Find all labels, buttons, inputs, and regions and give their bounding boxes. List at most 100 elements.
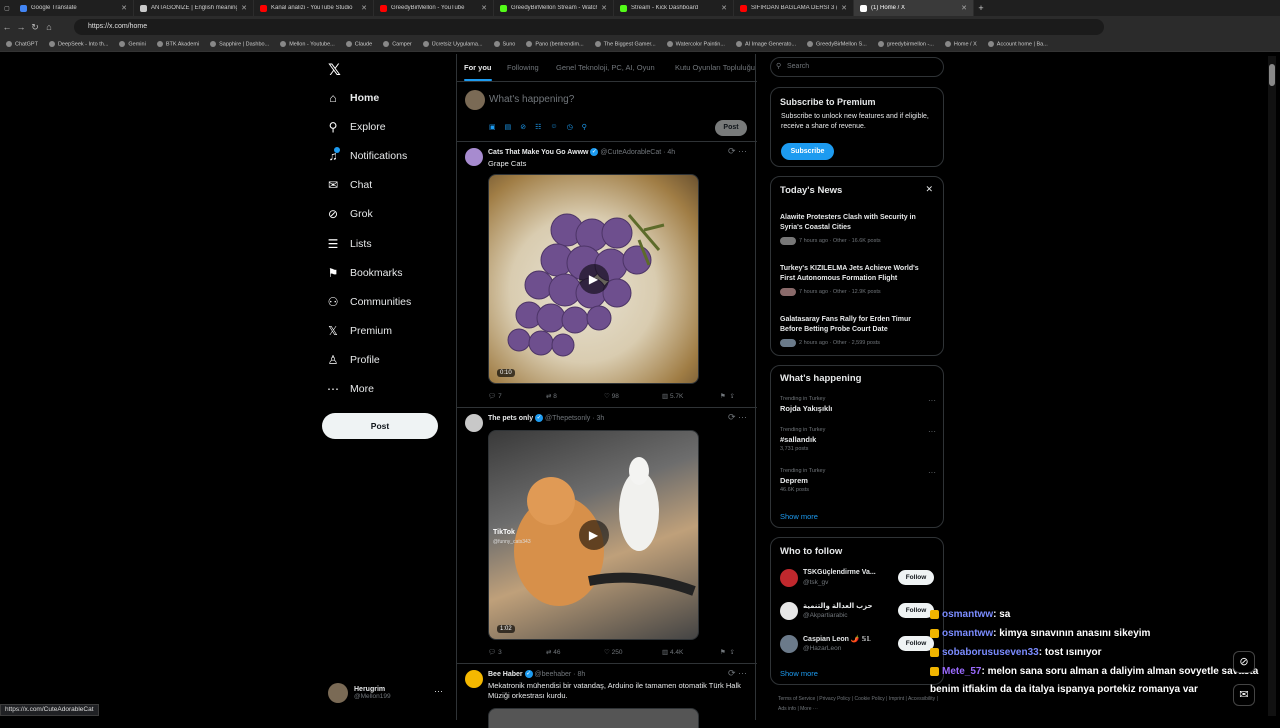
close-tab-icon[interactable]: ✕ [241,4,247,12]
browser-tab[interactable]: Kanal analizi - YouTube Studio ✕ [254,0,374,16]
avatar[interactable] [465,414,483,432]
follow-button[interactable]: Follow [898,570,934,585]
grok-icon[interactable]: ⊘ [1233,651,1255,673]
nav-item-communities[interactable]: ⚇ Communities [326,291,412,313]
tab-following[interactable]: Following [507,63,539,72]
bookmark-item[interactable]: BTK Akademi [156,41,199,48]
news-item[interactable]: Turkey's KIZILELMA Jets Achieve World's … [780,264,935,296]
tab-for-you[interactable]: For you [464,63,492,72]
tweet[interactable]: Bee Haber ✓ @beehaber · 8h ⟳ ··· Mekatro… [457,664,757,728]
bookmark-icon[interactable]: ⚑ ⇪ [720,648,735,656]
nav-item-notifications[interactable]: ♫ Notifications [326,145,407,167]
bookmark-item[interactable]: Suno [493,41,515,48]
tab-genel-teknoloji[interactable]: Genel Teknoloji, PC, AI, Oyun [556,63,655,72]
tab-kutu-oyunlari[interactable]: Kutu Oyunları Topluluğu [675,63,755,72]
forward-icon[interactable]: → [14,22,28,32]
repost-button[interactable]: ⇄ 46 [546,648,604,656]
avatar[interactable] [465,148,483,166]
more-dots-icon[interactable]: ⟳ ··· [728,146,747,157]
nav-item-home[interactable]: ⌂ Home [326,87,379,109]
tweet-video[interactable]: TikTok @funny_cats343 ▶ 1:02 [488,430,699,640]
bookmark-item[interactable]: Mellon - Youtube... [280,41,335,48]
browser-tab[interactable]: Google Translate ✕ [14,0,134,16]
play-icon[interactable]: ▶ [578,264,609,294]
bookmark-item[interactable]: Sapphire | Dashbo... [210,41,269,48]
follow-button[interactable]: Follow [898,636,934,651]
close-tab-icon[interactable]: ✕ [361,4,367,12]
bookmark-item[interactable]: DeepSeek - Into th... [48,41,108,48]
bookmark-item[interactable]: Ücretsiz Uygulama... [422,41,483,48]
bookmark-item[interactable]: Claude [345,41,372,48]
compose-post-button[interactable]: Post [715,120,747,136]
close-icon[interactable]: ✕ [925,184,933,195]
scrollbar-thumb[interactable] [1269,64,1275,86]
tab-actions-icon[interactable]: ▢ [0,5,14,12]
post-button[interactable]: Post [322,413,438,439]
tweet-image[interactable] [488,708,699,728]
avatar[interactable] [465,670,483,688]
tweet-author[interactable]: Cats That Make You Go Awww [488,149,588,156]
follow-suggestion[interactable]: حزب العدالة والتنمية @Akpartiarabic Follow [780,599,940,629]
bookmark-item[interactable]: Camper [383,41,412,48]
trend-item[interactable]: Trending in Turkey #sallandık 3,731 posts ·… [780,427,940,452]
emoji-icon[interactable]: ☺ [550,123,557,131]
browser-tab[interactable]: GreedyBirMellon Stream - Watch ✕ [494,0,614,16]
bookmark-item[interactable]: Watercolor Paintin... [666,41,725,48]
bookmark-item[interactable]: ChatGPT [6,41,38,48]
show-more-link[interactable]: Show more [780,669,818,678]
compose-input[interactable]: What's happening? [489,94,574,105]
nav-item-explore[interactable]: ⚲ Explore [326,116,386,138]
reload-icon[interactable]: ↻ [28,22,42,33]
x-logo[interactable]: 𝕏 [328,60,341,80]
bookmark-item[interactable]: GreedyBirMellon S... [807,41,867,48]
search-input[interactable]: Search [770,57,944,77]
nav-item-chat[interactable]: ✉ Chat [326,174,372,196]
home-browser-icon[interactable]: ⌂ [42,22,56,32]
bookmark-icon[interactable]: ⚑ ⇪ [720,392,735,400]
browser-tab[interactable]: SIFIRDAN BAĞLAMA DERSİ 3 (EN ✕ [734,0,854,16]
close-tab-icon[interactable]: ✕ [121,4,127,12]
browser-tab[interactable]: (1) Home / X ✕ [854,0,974,16]
bookmark-item[interactable]: AI Image Generato... [735,41,796,48]
schedule-icon[interactable]: ◷ [567,123,573,131]
news-item[interactable]: Galatasaray Fans Rally for Erden Timur B… [780,315,935,347]
nav-item-more[interactable]: ⋯ More [326,378,374,400]
play-icon[interactable]: ▶ [578,520,609,550]
views-button[interactable]: ▥ 4.4K [662,648,720,656]
bookmark-item[interactable]: Pano (bentrendim... [526,41,584,48]
show-more-link[interactable]: Show more [780,512,818,521]
more-dots-icon[interactable]: ··· [928,427,936,436]
browser-tab[interactable]: Stream - Kick Dashboard ✕ [614,0,734,16]
reply-button[interactable]: 💬︎ 3 [488,648,546,656]
browser-tab[interactable]: GreedyBirMellon - YouTube ✕ [374,0,494,16]
more-dots-icon[interactable]: ··· [928,396,936,405]
back-icon[interactable]: ← [0,22,14,32]
close-tab-icon[interactable]: ✕ [721,4,727,12]
browser-tab[interactable]: ANTAGONIZE | English meaning - ✕ [134,0,254,16]
like-button[interactable]: ♡ 250 [604,648,662,656]
follow-suggestion[interactable]: Caspian Leon 🌶️ 𝕊𝕃 @HazarLeon Follow [780,632,940,662]
bookmark-item[interactable]: Account home | Ba... [987,41,1048,48]
nav-item-lists[interactable]: ☰ Lists [326,233,372,255]
footer-links[interactable]: Terms of Service | Privacy Policy | Cook… [778,694,938,714]
more-dots-icon[interactable]: ··· [928,468,936,477]
follow-suggestion[interactable]: TSKGüçlendirme Va... @tsk_gv Follow [780,566,940,596]
trend-item[interactable]: Trending in Turkey Deprem 46.6K posts ··· [780,468,940,493]
nav-item-grok[interactable]: ⊘ Grok [326,203,373,225]
new-tab-icon[interactable]: + [974,3,988,13]
nav-item-profile[interactable]: ♙ Profile [326,349,380,371]
nav-item-premium[interactable]: 𝕏 Premium [326,320,392,342]
bookmark-item[interactable]: Gemini [119,41,146,48]
close-tab-icon[interactable]: ✕ [841,4,847,12]
grok-icon[interactable]: ⊘ [520,123,526,131]
trend-item[interactable]: Trending in Turkey Rojda Yakışıklı ··· [780,396,940,415]
close-tab-icon[interactable]: ✕ [601,4,607,12]
nav-item-bookmarks[interactable]: ⚑ Bookmarks [326,262,403,284]
close-tab-icon[interactable]: ✕ [481,4,487,12]
more-dots-icon[interactable]: ⟳ ··· [728,412,747,423]
location-icon[interactable]: ⚲ [582,123,587,131]
views-button[interactable]: ▥ 5.7K [662,392,720,400]
news-item[interactable]: Alawite Protesters Clash with Security i… [780,213,935,245]
bookmark-item[interactable]: Home / X [944,41,977,48]
tweet-video[interactable]: ▶ 0:10 [488,174,699,384]
